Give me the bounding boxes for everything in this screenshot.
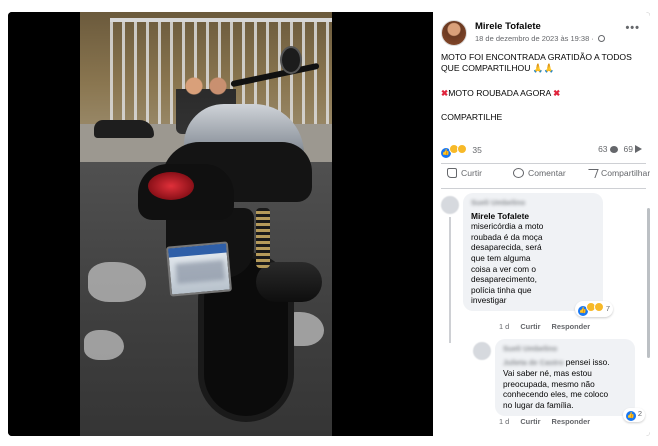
post-line-1: MOTO FOI ENCONTRADA GRATIDÃO A TODOS: [441, 52, 632, 63]
comment-share-counts: 63 69: [598, 144, 642, 154]
comment-bubble: Sueli Umbelino Julieta de Castro pensei …: [495, 339, 645, 422]
comment-reply-link[interactable]: Responder: [552, 322, 591, 331]
commenter-avatar[interactable]: [441, 196, 459, 214]
post-line-1-text: MOTO FOI ENCONTRADA GRATIDÃO A TODOS: [441, 52, 632, 62]
reaction-stats: 👍 35 63 69: [441, 144, 646, 158]
comment-first-line: Julieta de Castro pensei isso.: [503, 357, 627, 369]
red-x-icon: ✖: [553, 88, 561, 98]
post-author[interactable]: Mirele Tofalete: [475, 21, 541, 32]
divider: [441, 163, 646, 164]
sad-reaction-icon: [593, 301, 604, 312]
comment-author[interactable]: Mirele Tofalete: [471, 211, 595, 222]
like-button-label: Curtir: [461, 168, 483, 178]
comment-reply-link[interactable]: Responder: [552, 417, 591, 426]
photo-road-patch: [88, 262, 146, 302]
commenter-avatar[interactable]: [473, 342, 491, 360]
comment-text-line: que tem alguma: [471, 252, 531, 263]
comment-bubble: Sueli Umbelino Mirele Tofalete misericór…: [463, 193, 613, 317]
comment-react-count: 2: [637, 408, 642, 418]
comment-text-line: misericórdia a moto: [471, 221, 544, 232]
globe-icon: [597, 35, 605, 42]
comment-text-line: preocupada, mesmo não: [503, 378, 595, 389]
comment-react-count: 7: [605, 303, 610, 313]
facebook-photo-viewer: Mirele Tofalete 18 de dezembro de 2023 à…: [8, 12, 650, 436]
motorcycle-shock: [256, 208, 270, 268]
share-button-label: Compartilhar: [601, 168, 650, 178]
shares-count[interactable]: 69: [624, 144, 633, 154]
post-date[interactable]: 18 de dezembro de 2023 às 19:38 ·: [475, 34, 605, 43]
post-header: Mirele Tofalete 18 de dezembro de 2023 à…: [441, 18, 646, 48]
comment-text-line: desaparecida, será: [471, 242, 542, 253]
motorcycle-taillight: [148, 172, 194, 200]
media-panel: [8, 12, 433, 436]
like-reaction-icon: 👍: [625, 410, 636, 421]
post-stolen-text: MOTO ROUBADA AGORA: [448, 88, 551, 98]
photo-bag: [94, 120, 154, 138]
post-line-stolen: ✖MOTO ROUBADA AGORA ✖: [441, 88, 560, 99]
comment-text-line: Vai saber né, mas estou: [503, 368, 592, 379]
comment-meta: 1 d Curtir Responder: [499, 322, 599, 331]
comment-text-line: no lugar da família.: [503, 399, 574, 410]
divider: [441, 188, 646, 189]
post-panel: Mirele Tofalete 18 de dezembro de 2023 à…: [433, 12, 650, 436]
post-date-text: 18 de dezembro de 2023 às 19:38 ·: [475, 34, 596, 43]
motorcycle-exhaust: [256, 262, 322, 302]
author-avatar[interactable]: [441, 20, 467, 46]
blurred-commenter-name: Sueli Umbelino: [471, 198, 526, 207]
motorcycle-mirror: [280, 46, 302, 74]
comment-like-link[interactable]: Curtir: [520, 322, 540, 331]
comments-count[interactable]: 63: [598, 144, 607, 154]
comment-meta: 1 d Curtir Responder: [499, 417, 599, 426]
share-arrow-icon: [635, 145, 642, 153]
comment-text-line: roubada é da moça: [471, 231, 543, 242]
share-icon: [585, 168, 599, 178]
share-button[interactable]: Compartilhar: [585, 168, 650, 178]
comment-text-line: conhecendo eles, me coloco: [503, 389, 609, 400]
license-plate-blurred: [165, 241, 233, 297]
more-options-icon[interactable]: •••: [625, 22, 640, 34]
comment-text-line: coisa a ver com o: [471, 263, 537, 274]
like-button[interactable]: Curtir: [447, 168, 482, 178]
plate-band: [168, 243, 227, 258]
thread-line: [449, 217, 451, 343]
motorcycle-photo[interactable]: [80, 12, 332, 436]
comment-text-line: desaparecimento,: [471, 274, 537, 285]
thumbs-up-icon: [447, 168, 457, 178]
photo-road-patch: [84, 330, 124, 360]
panel-scrollbar[interactable]: [647, 208, 650, 358]
praying-hands-icon: 🙏🙏: [532, 63, 555, 73]
comment-button-label: Comentar: [528, 168, 566, 178]
comment-reactions[interactable]: 👍 7: [574, 300, 613, 317]
comment-icon: [513, 168, 524, 178]
blurred-commenter-name: Sueli Umbelino: [503, 344, 558, 353]
comment-time[interactable]: 1 d: [499, 417, 509, 426]
comment-text-line: pensei isso.: [565, 356, 610, 367]
post-line-share-call: COMPARTILHE: [441, 112, 503, 122]
comment-button[interactable]: Comentar: [513, 168, 566, 178]
comment-reactions[interactable]: 👍 2: [622, 407, 645, 422]
reactions-count[interactable]: 35: [472, 145, 481, 155]
post-actions: Curtir Comentar Compartilhar: [441, 168, 650, 184]
wow-reaction-icon[interactable]: [457, 144, 467, 154]
comment-time[interactable]: 1 d: [499, 322, 509, 331]
plate-blur: [175, 259, 226, 284]
comment-like-link[interactable]: Curtir: [520, 417, 540, 426]
comment-text-line: polícia tinha que: [471, 284, 532, 295]
post-line-2-text: QUE COMPARTILHOU: [441, 63, 531, 73]
comment-bubble-icon: [609, 146, 618, 153]
blurred-mention: Julieta de Castro: [503, 357, 564, 367]
post-line-2: QUE COMPARTILHOU 🙏🙏: [441, 63, 554, 74]
